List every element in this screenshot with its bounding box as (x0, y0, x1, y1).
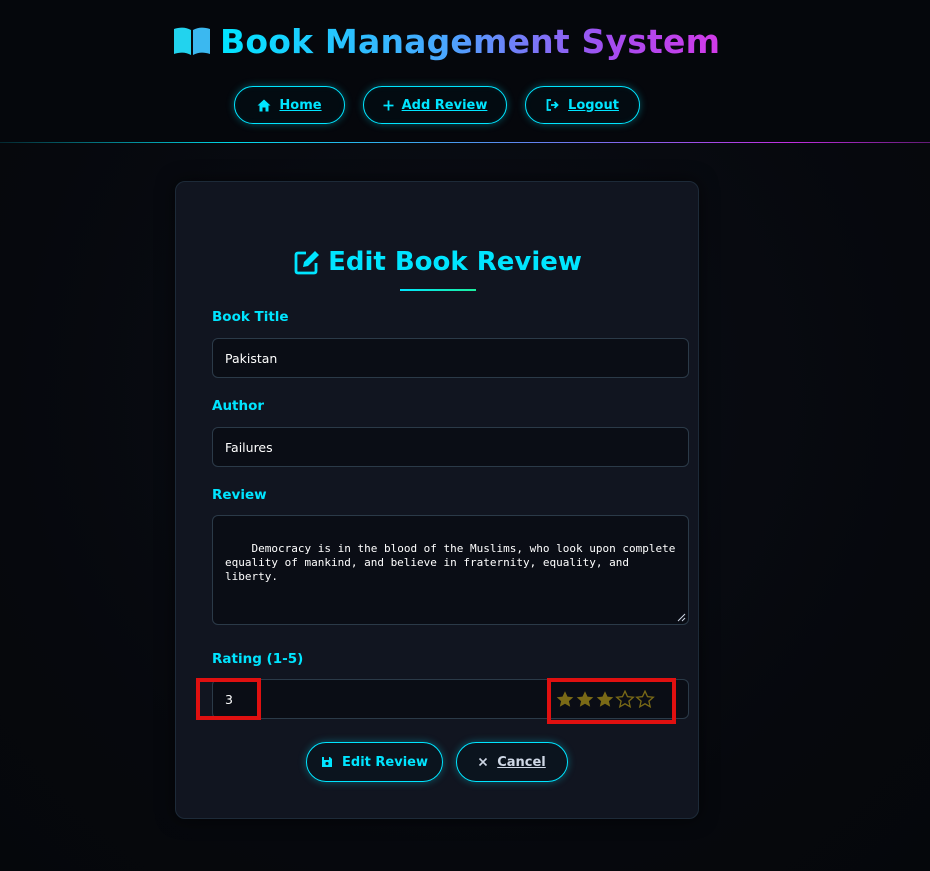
book-title-value: Pakistan (225, 350, 278, 366)
brand: Book Management System (172, 18, 720, 64)
review-label: Review (212, 487, 267, 503)
resize-grip-icon[interactable] (677, 613, 686, 622)
edit-icon (294, 251, 320, 275)
edit-review-button[interactable]: Edit Review (306, 742, 443, 782)
open-book-icon (172, 25, 212, 57)
title-underline (400, 289, 476, 291)
edit-review-card: Edit Book Review Book Title Pakistan Aut… (175, 181, 699, 819)
app-title: Book Management System (220, 21, 721, 61)
cancel-label: Cancel (497, 754, 546, 770)
cancel-button[interactable]: Cancel (456, 742, 568, 782)
save-icon (322, 757, 333, 767)
nav-add-review-label: Add Review (401, 97, 488, 113)
nav-logout-button[interactable]: Logout (525, 86, 640, 124)
book-title-input[interactable]: Pakistan (212, 338, 689, 378)
author-input[interactable]: Failures (212, 427, 689, 467)
nav-add-review-button[interactable]: Add Review (363, 86, 507, 124)
author-value: Failures (225, 439, 273, 455)
app-header: Book Management System Home Add Review L… (0, 0, 930, 143)
form-title-text: Edit Book Review (328, 247, 582, 277)
logout-icon (546, 99, 559, 111)
plus-icon (383, 100, 394, 110)
rating-label: Rating (1-5) (212, 651, 304, 667)
close-icon (479, 757, 488, 767)
nav-logout-label: Logout (568, 97, 619, 113)
home-icon (257, 99, 271, 111)
review-value: Democracy is in the blood of the Muslims… (225, 542, 676, 583)
nav-home-button[interactable]: Home (234, 86, 345, 124)
highlight-box-star-rating (547, 678, 676, 724)
review-textarea[interactable]: Democracy is in the blood of the Muslims… (212, 515, 689, 625)
highlight-box-rating-value (196, 678, 261, 720)
nav-home-label: Home (279, 97, 322, 113)
author-label: Author (212, 398, 265, 414)
edit-review-label: Edit Review (342, 754, 428, 770)
header-divider (0, 142, 930, 143)
book-title-label: Book Title (212, 309, 289, 325)
form-title: Edit Book Review (176, 244, 700, 280)
